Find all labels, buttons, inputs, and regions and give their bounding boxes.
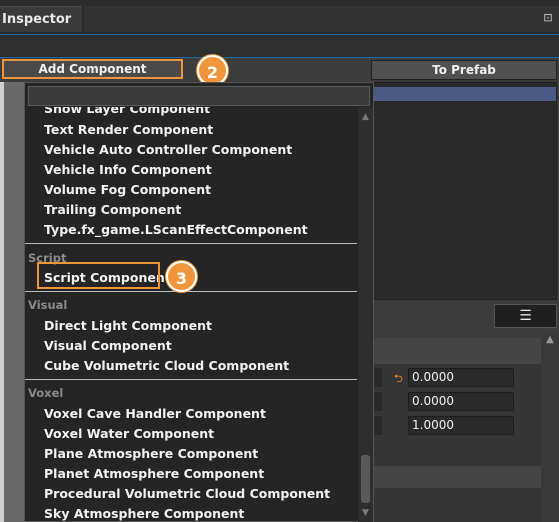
toolbar-strip — [0, 34, 559, 58]
property-footer — [360, 466, 541, 488]
scrollbar-thumb[interactable] — [361, 455, 370, 503]
step-marker-3: 3 — [166, 261, 197, 292]
property-header — [360, 338, 541, 364]
to-prefab-button[interactable]: To Prefab — [371, 60, 557, 80]
inspector-title: Inspector — [2, 12, 72, 27]
list-item[interactable]: Volume Fog Component — [44, 182, 211, 197]
add-component-dropdown: Show Layer Component Text Render Compone… — [24, 82, 374, 522]
category-voxel: Voxel — [28, 386, 64, 400]
list-item[interactable]: Procedural Volumetric Cloud Component — [44, 486, 330, 501]
component-search-input[interactable] — [28, 86, 370, 106]
list-item[interactable]: Voxel Water Component — [44, 426, 214, 441]
category-visual: Visual — [28, 298, 68, 312]
divider — [25, 243, 357, 244]
list-item[interactable]: Trailing Component — [44, 202, 181, 217]
list-item[interactable]: Sky Atmosphere Component — [44, 506, 244, 521]
list-item[interactable]: Text Render Component — [44, 122, 213, 137]
inspector-tab[interactable]: Inspector — [0, 6, 82, 32]
reset-arrow-icon[interactable]: ⮌ — [394, 370, 403, 389]
highlight-box — [37, 262, 160, 289]
list-item[interactable]: Type.fx_game.LScanEffectComponent — [44, 222, 308, 237]
component-list: Show Layer Component Text Render Compone… — [25, 107, 357, 522]
list-item[interactable]: Vehicle Auto Controller Component — [44, 142, 292, 157]
list-item[interactable]: Vehicle Info Component — [44, 162, 212, 177]
chevron-up-icon[interactable]: ▲ — [541, 332, 559, 348]
value-field-2[interactable]: 0.0000 — [408, 392, 514, 411]
chevron-down-icon[interactable]: ▼ — [358, 507, 373, 519]
value-field-1[interactable]: 0.0000 — [408, 368, 514, 387]
align-center-icon[interactable]: ☰ — [494, 304, 557, 328]
divider — [25, 379, 357, 380]
chevron-up-icon[interactable]: ▲ — [358, 111, 373, 123]
value-field-3[interactable]: 1.0000 — [408, 416, 514, 435]
component-list-panel — [371, 82, 557, 300]
list-item[interactable]: Plane Atmosphere Component — [44, 446, 258, 461]
list-item[interactable]: Show Layer Component — [44, 107, 210, 116]
list-item[interactable]: Cube Volumetric Cloud Component — [44, 358, 289, 373]
pin-icon[interactable]: ⊡ — [540, 10, 556, 26]
tab-strip — [84, 6, 559, 32]
list-item[interactable]: Visual Component — [44, 338, 172, 353]
inspector-scrollbar[interactable] — [541, 332, 559, 522]
divider — [25, 291, 357, 292]
list-item[interactable]: Planet Atmosphere Component — [44, 466, 264, 481]
selected-row[interactable] — [372, 87, 556, 101]
add-component-button[interactable]: Add Component — [2, 59, 183, 79]
list-item[interactable]: Direct Light Component — [44, 318, 212, 333]
gutter-edge — [0, 82, 4, 522]
list-item[interactable]: Voxel Cave Handler Component — [44, 406, 266, 421]
